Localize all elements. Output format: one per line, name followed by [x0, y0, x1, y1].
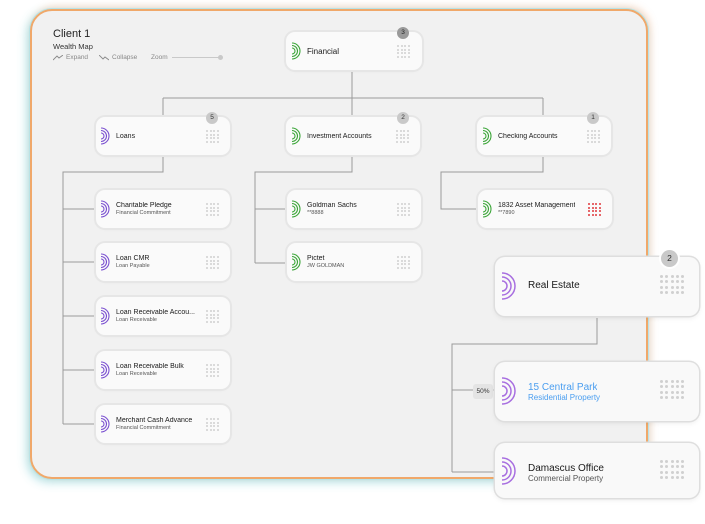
node-loan-receivable-bulk[interactable]: Loan Receivable Bulk Loan Receivable: [96, 351, 230, 389]
drag-handle-icon[interactable]: [206, 203, 219, 216]
node-sublabel: Loan Receivable: [116, 317, 157, 323]
node-pictet[interactable]: Pictet JW GOLDMAN: [287, 243, 421, 281]
node-label: Loan Receivable Accou...: [116, 309, 195, 316]
arc-purple-icon: [100, 307, 110, 325]
drag-handle-icon[interactable]: [206, 364, 219, 377]
node-loan-receivable-account[interactable]: Loan Receivable Accou... Loan Receivable: [96, 297, 230, 335]
drag-handle-icon[interactable]: [206, 130, 219, 143]
node-financial-count: 3: [397, 27, 409, 39]
drag-handle-icon[interactable]: [588, 203, 601, 216]
expand-label: Expand: [66, 54, 89, 61]
node-label: Merchant Cash Advance: [116, 417, 193, 424]
node-sublabel: Residential Property: [528, 393, 601, 402]
arc-green-icon: [291, 42, 301, 60]
arc-purple-icon: [100, 127, 110, 145]
node-loan-cmr[interactable]: Loan CMR Loan Payable: [96, 243, 230, 281]
collapse-button[interactable]: Collapse: [99, 54, 137, 61]
arc-green-icon: [291, 253, 301, 271]
node-checking-accounts-count: 1: [587, 112, 599, 124]
node-sublabel: **8888: [307, 210, 324, 216]
arc-purple-icon: [100, 253, 110, 271]
zoom-label: Zoom: [151, 54, 168, 61]
node-sublabel: JW GOLDMAN: [307, 263, 345, 269]
node-goldman-sachs[interactable]: Goldman Sachs **8888: [287, 190, 421, 228]
collapse-label: Collapse: [112, 54, 138, 61]
drag-handle-icon[interactable]: [587, 130, 600, 143]
drag-handle-icon[interactable]: [206, 256, 219, 269]
node-real-estate-count: 2: [661, 250, 678, 267]
arc-purple-icon: [501, 377, 516, 405]
node-sublabel: **7890: [498, 210, 515, 216]
drag-handle-icon[interactable]: [206, 310, 219, 323]
drag-handle-icon[interactable]: [396, 130, 409, 143]
arc-purple-icon: [100, 415, 110, 433]
drag-handle-icon[interactable]: [660, 460, 685, 479]
arc-green-icon: [482, 200, 492, 218]
node-loans-count: 5: [206, 112, 218, 124]
ownership-percent-badge: 50%: [473, 384, 493, 399]
drag-handle-icon[interactable]: [397, 45, 410, 58]
drag-handle-icon[interactable]: [206, 418, 219, 431]
arc-green-icon: [482, 127, 492, 145]
expand-icon: [53, 54, 63, 60]
zoom-slider-handle[interactable]: [218, 55, 223, 60]
node-sublabel: Financial Commitment: [116, 210, 171, 216]
arc-purple-icon: [501, 457, 516, 485]
node-label: Loan CMR: [116, 255, 150, 262]
node-loans-label: Loans: [116, 133, 136, 140]
node-15-central-park[interactable]: 15 Central Park Residential Property: [495, 362, 699, 421]
node-investment-accounts-label: Investment Accounts: [307, 133, 372, 140]
arc-green-icon: [291, 127, 301, 145]
node-label: 1832 Asset Management: [498, 202, 576, 209]
node-sublabel: Commercial Property: [528, 474, 604, 483]
node-damascus-office[interactable]: Damascus Office Commercial Property: [495, 443, 699, 498]
node-label[interactable]: 15 Central Park: [528, 382, 597, 393]
node-sublabel: Loan Receivable: [116, 371, 157, 377]
page-title: Client 1: [53, 28, 91, 40]
node-1832-asset-management[interactable]: 1832 Asset Management **7890: [478, 190, 612, 228]
drag-handle-icon[interactable]: [660, 380, 685, 399]
node-financial-label: Financial: [307, 47, 340, 56]
node-label: Goldman Sachs: [307, 202, 357, 209]
arc-purple-icon: [100, 200, 110, 218]
node-label: Damascus Office: [528, 463, 604, 474]
node-label: Charitable Pledge: [116, 202, 172, 209]
arc-purple-icon: [100, 361, 110, 379]
node-label: Pictet: [307, 255, 325, 262]
page-subtitle: Wealth Map: [53, 42, 93, 51]
node-charitable-pledge[interactable]: Charitable Pledge Financial Commitment: [96, 190, 230, 228]
arc-green-icon: [291, 200, 301, 218]
drag-handle-icon[interactable]: [397, 256, 410, 269]
node-sublabel: Loan Payable: [116, 263, 150, 269]
drag-handle-icon[interactable]: [397, 203, 410, 216]
expand-button[interactable]: Expand: [53, 54, 88, 61]
node-merchant-cash-advance[interactable]: Merchant Cash Advance Financial Commitme…: [96, 405, 230, 443]
node-label: Loan Receivable Bulk: [116, 363, 184, 370]
collapse-icon: [99, 54, 109, 60]
node-checking-accounts-label: Checking Accounts: [498, 133, 558, 140]
node-real-estate-label: Real Estate: [528, 280, 580, 291]
node-investment-accounts-count: 2: [397, 112, 409, 124]
drag-handle-icon[interactable]: [660, 275, 685, 294]
zoom-slider[interactable]: [172, 57, 221, 58]
node-sublabel: Financial Commitment: [116, 425, 171, 431]
arc-purple-icon: [501, 272, 516, 300]
